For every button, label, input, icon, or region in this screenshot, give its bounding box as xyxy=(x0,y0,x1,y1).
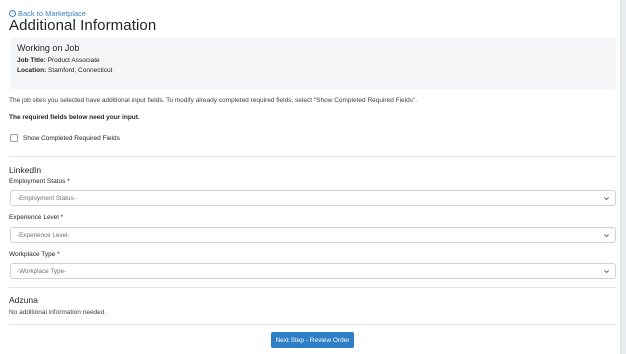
required-fields-notice: The required fields below need your inpu… xyxy=(9,114,140,121)
location-line: Location: Stamford, Connecticut xyxy=(17,66,609,76)
employment-status-value: -Employment Status- xyxy=(17,194,76,202)
adzuna-message: No additional information needed. xyxy=(9,309,107,316)
chevron-down-icon xyxy=(604,197,609,201)
experience-level-select[interactable]: -Experience Level- xyxy=(10,227,616,243)
section-title-linkedin: LinkedIn xyxy=(9,165,42,175)
workplace-type-select[interactable]: -Workplace Type- xyxy=(10,263,616,279)
next-step-button[interactable]: Next Step - Review Order xyxy=(271,332,354,348)
page-title: Additional Information xyxy=(9,17,157,34)
location-label: Location: xyxy=(17,66,47,74)
divider xyxy=(9,324,616,325)
chevron-down-icon xyxy=(604,270,609,274)
scrollbar-track[interactable] xyxy=(620,0,626,354)
chevron-down-icon xyxy=(604,234,609,238)
experience-level-label: Experience Level * xyxy=(9,214,64,221)
divider xyxy=(9,156,616,157)
show-completed-toggle[interactable]: Show Completed Required Fields xyxy=(10,134,120,142)
section-title-adzuna: Adzuna xyxy=(9,295,38,305)
circle-arrow-left-icon: ‹ xyxy=(9,10,16,17)
employment-status-label: Employment Status * xyxy=(9,178,70,185)
job-title-value: Product Associate xyxy=(45,57,100,64)
employment-status-select[interactable]: -Employment Status- xyxy=(10,190,616,206)
divider xyxy=(9,287,616,288)
job-card-title: Working on Job xyxy=(17,43,80,53)
job-title-label: Job Title: xyxy=(17,57,46,64)
show-completed-label: Show Completed Required Fields xyxy=(23,134,120,142)
job-card: Working on Job Job Title: Product Associ… xyxy=(10,38,616,89)
job-title-line: Job Title: Product Associate xyxy=(17,56,609,66)
experience-level-value: -Experience Level- xyxy=(17,231,70,239)
show-completed-checkbox[interactable] xyxy=(10,134,18,142)
location-value: Stamford, Connecticut xyxy=(46,66,113,74)
workplace-type-label: Workplace Type * xyxy=(9,251,60,258)
info-text: The job sites you selected have addition… xyxy=(9,97,418,104)
workplace-type-value: -Workplace Type- xyxy=(17,267,67,275)
